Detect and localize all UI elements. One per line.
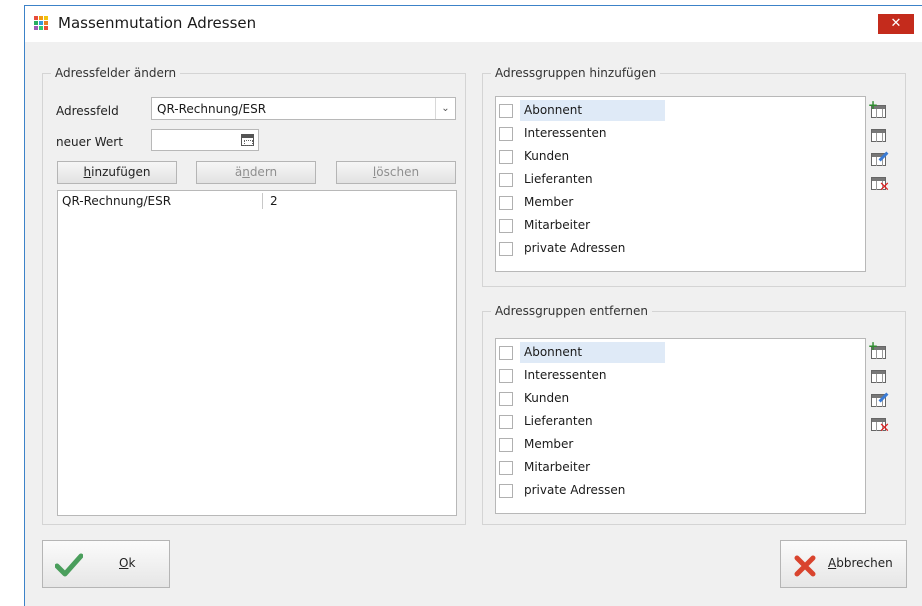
checkbox[interactable]	[499, 461, 513, 475]
neuer-wert-label: neuer Wert	[56, 135, 123, 149]
address-field-list[interactable]: QR-Rechnung/ESR 2	[57, 190, 457, 516]
list-item-label: Mitarbeiter	[524, 460, 591, 474]
table-edit-icon[interactable]	[868, 149, 890, 171]
list-item-label: Lieferanten	[524, 172, 593, 186]
list-item[interactable]: Abonnent	[498, 342, 798, 365]
list-item[interactable]: Interessenten	[498, 365, 798, 388]
ok-button[interactable]: Ok	[42, 540, 170, 588]
column-divider	[262, 193, 263, 209]
chevron-down-icon[interactable]: ⌄	[435, 98, 455, 119]
checkbox[interactable]	[499, 415, 513, 429]
checkbox[interactable]	[499, 219, 513, 233]
checkbox[interactable]	[499, 392, 513, 406]
checkmark-icon	[55, 553, 83, 577]
checkbox[interactable]	[499, 104, 513, 118]
neuer-wert-date-input[interactable]	[151, 129, 259, 151]
table-icon[interactable]	[868, 125, 890, 147]
list-item[interactable]: Lieferanten	[498, 169, 798, 192]
checkbox[interactable]	[499, 484, 513, 498]
cancel-label: Abbrechen	[828, 556, 893, 570]
ok-label: Ok	[119, 556, 136, 570]
table-add-icon[interactable]: +	[868, 99, 890, 123]
aendern-label-post: dern	[249, 165, 278, 179]
remove-groups-list[interactable]: Abonnent Interessenten Kunden Lieferante…	[495, 338, 866, 514]
loeschen-button[interactable]: löschen	[336, 161, 456, 184]
list-item[interactable]: Kunden	[498, 388, 798, 411]
list-item-label: Member	[524, 437, 574, 451]
list-item[interactable]: Mitarbeiter	[498, 215, 798, 238]
list-item-label: private Adressen	[524, 241, 626, 255]
list-item[interactable]: Interessenten	[498, 123, 798, 146]
list-item[interactable]: Kunden	[498, 146, 798, 169]
list-item[interactable]: Lieferanten	[498, 411, 798, 434]
checkbox[interactable]	[499, 127, 513, 141]
list-item[interactable]: Member	[498, 434, 798, 457]
table-edit-icon[interactable]	[868, 390, 890, 412]
list-item[interactable]: private Adressen	[498, 480, 798, 503]
close-button[interactable]: ✕	[878, 14, 914, 34]
list-item-label: Abonnent	[520, 100, 665, 121]
add-groups-legend: Adressgruppen hinzufügen	[491, 66, 661, 80]
list-item-label: Kunden	[524, 149, 570, 163]
checkbox[interactable]	[499, 346, 513, 360]
table-icon[interactable]	[868, 366, 890, 388]
cancel-button[interactable]: Abbrechen	[780, 540, 907, 588]
adressfeld-select[interactable]: QR-Rechnung/ESR ⌄	[151, 97, 456, 120]
list-item-label: Interessenten	[524, 126, 607, 140]
aendern-mnemonic: n	[242, 165, 250, 179]
list-item[interactable]: Mitarbeiter	[498, 457, 798, 480]
table-delete-icon[interactable]: ✕	[868, 173, 890, 195]
checkbox[interactable]	[499, 173, 513, 187]
address-fields-legend: Adressfelder ändern	[51, 66, 181, 80]
aendern-button[interactable]: ändern	[196, 161, 316, 184]
hinzufuegen-label: inzufügen	[91, 165, 151, 179]
list-item-label: Lieferanten	[524, 414, 593, 428]
hinzufuegen-mnemonic: h	[83, 165, 92, 179]
list-item-label: Kunden	[524, 391, 570, 405]
list-item-label: Mitarbeiter	[524, 218, 591, 232]
list-item-label: Interessenten	[524, 368, 607, 382]
row-field: QR-Rechnung/ESR	[62, 194, 172, 208]
list-item-label: Member	[524, 195, 574, 209]
adressfeld-value: QR-Rechnung/ESR	[157, 102, 267, 116]
adressfeld-label: Adressfeld	[56, 104, 119, 118]
checkbox[interactable]	[499, 150, 513, 164]
checkbox[interactable]	[499, 369, 513, 383]
row-value: 2	[270, 194, 278, 208]
app-grid-icon	[34, 16, 49, 31]
hinzufuegen-button[interactable]: hinzufügen	[57, 161, 177, 184]
loeschen-label: öschen	[376, 165, 420, 179]
table-add-icon[interactable]: +	[868, 340, 890, 364]
cancel-x-icon	[794, 555, 816, 577]
list-item[interactable]: Abonnent	[498, 100, 798, 123]
list-item[interactable]: Member	[498, 192, 798, 215]
table-delete-icon[interactable]: ✕	[868, 414, 890, 436]
list-item-label: private Adressen	[524, 483, 626, 497]
calendar-icon[interactable]	[241, 134, 254, 146]
dialog-window: Massenmutation Adressen ✕ Adressfelder ä…	[24, 5, 922, 606]
checkbox[interactable]	[499, 438, 513, 452]
checkbox[interactable]	[499, 242, 513, 256]
title-bar: Massenmutation Adressen ✕	[25, 6, 922, 42]
list-item[interactable]: private Adressen	[498, 238, 798, 261]
add-groups-list[interactable]: Abonnent Interessenten Kunden Lieferante…	[495, 96, 866, 272]
window-title: Massenmutation Adressen	[58, 14, 257, 32]
remove-groups-legend: Adressgruppen entfernen	[491, 304, 652, 318]
checkbox[interactable]	[499, 196, 513, 210]
close-icon: ✕	[890, 16, 902, 31]
list-item-label: Abonnent	[520, 342, 665, 363]
table-row[interactable]: QR-Rechnung/ESR 2	[58, 191, 456, 211]
